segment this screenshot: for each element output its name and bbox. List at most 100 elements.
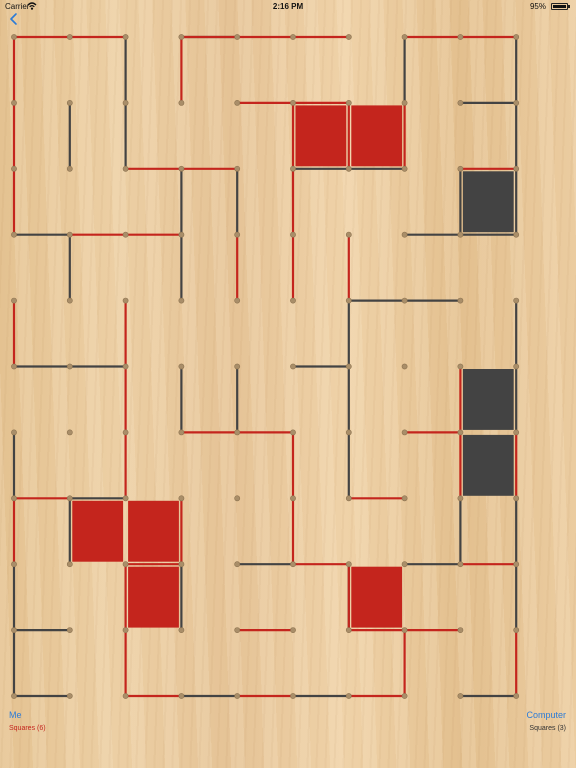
board-dot[interactable]	[11, 297, 17, 304]
board-dot[interactable]	[11, 429, 17, 436]
board-dot[interactable]	[345, 693, 352, 699]
board-dot[interactable]	[290, 363, 296, 370]
board-dot[interactable]	[401, 495, 408, 502]
board-dot[interactable]	[234, 627, 241, 633]
board-dot[interactable]	[178, 165, 185, 172]
board-dot[interactable]	[11, 34, 17, 40]
board-dot[interactable]	[513, 100, 520, 106]
board-dot[interactable]	[290, 495, 296, 502]
board-dot[interactable]	[457, 34, 464, 40]
board-dot[interactable]	[178, 297, 185, 304]
board-dot[interactable]	[178, 561, 185, 568]
board-dot[interactable]	[290, 429, 296, 436]
board-dot[interactable]	[122, 34, 129, 40]
board-dot[interactable]	[345, 34, 352, 40]
board-dot[interactable]	[457, 627, 464, 633]
board-dot[interactable]	[345, 561, 352, 568]
board-dot[interactable]	[345, 100, 352, 106]
board-dot[interactable]	[11, 693, 17, 699]
board-dot[interactable]	[66, 34, 73, 40]
board-dot[interactable]	[11, 165, 17, 172]
board-dot[interactable]	[457, 693, 464, 699]
board-dot[interactable]	[66, 363, 73, 370]
board-dot[interactable]	[401, 561, 408, 568]
board-dot[interactable]	[11, 561, 17, 568]
board-dot[interactable]	[345, 363, 352, 370]
board-dot[interactable]	[234, 165, 241, 172]
board-dot[interactable]	[513, 561, 520, 568]
board-dot[interactable]	[513, 495, 520, 502]
board-dot[interactable]	[401, 429, 408, 436]
board-dot[interactable]	[11, 495, 17, 502]
board-dot[interactable]	[345, 231, 352, 238]
board-dot[interactable]	[513, 363, 520, 370]
board-dot[interactable]	[290, 297, 296, 304]
board-dot[interactable]	[66, 561, 73, 568]
board-dot[interactable]	[66, 627, 73, 633]
board-dot[interactable]	[513, 693, 520, 699]
board-dot[interactable]	[457, 231, 464, 238]
board-dot[interactable]	[178, 100, 185, 106]
board-dot[interactable]	[122, 231, 129, 238]
board-dot[interactable]	[513, 231, 520, 238]
board-dot[interactable]	[178, 627, 185, 633]
board-dot[interactable]	[457, 363, 464, 370]
player-me-label[interactable]: Me	[9, 710, 22, 720]
board-dot[interactable]	[11, 100, 17, 106]
board-dot[interactable]	[401, 693, 408, 699]
board-dot[interactable]	[457, 561, 464, 568]
board-dot[interactable]	[401, 363, 408, 370]
board-dot[interactable]	[345, 429, 352, 436]
board-dot[interactable]	[290, 627, 296, 633]
board-dot[interactable]	[66, 429, 73, 436]
board-dot[interactable]	[290, 561, 296, 568]
board-dot[interactable]	[290, 34, 296, 40]
board-dot[interactable]	[178, 231, 185, 238]
board-dot[interactable]	[401, 231, 408, 238]
board-dot[interactable]	[513, 165, 520, 172]
board-dot[interactable]	[178, 363, 185, 370]
board-dot[interactable]	[234, 561, 241, 568]
board-dot[interactable]	[122, 627, 129, 633]
board-dot[interactable]	[345, 627, 352, 633]
board-dot[interactable]	[66, 297, 73, 304]
board-dot[interactable]	[290, 100, 296, 106]
board-dot[interactable]	[122, 100, 129, 106]
game-board[interactable]	[0, 0, 576, 700]
board-dot[interactable]	[234, 495, 241, 502]
board-dot[interactable]	[11, 363, 17, 370]
board-dot[interactable]	[401, 627, 408, 633]
board-dot[interactable]	[66, 100, 73, 106]
board-dot[interactable]	[11, 231, 17, 238]
board-dot[interactable]	[401, 165, 408, 172]
board-dot[interactable]	[122, 165, 129, 172]
board-dot[interactable]	[513, 429, 520, 436]
board-dot[interactable]	[178, 34, 185, 40]
board-dot[interactable]	[66, 231, 73, 238]
board-dot[interactable]	[234, 231, 241, 238]
board-dot[interactable]	[513, 297, 520, 304]
board-dot[interactable]	[234, 429, 241, 436]
board-dot[interactable]	[11, 627, 17, 633]
board-dot[interactable]	[234, 693, 241, 699]
board-dot[interactable]	[513, 34, 520, 40]
board-dot[interactable]	[122, 297, 129, 304]
board-dot[interactable]	[122, 495, 129, 502]
board-dot[interactable]	[234, 100, 241, 106]
board-dot[interactable]	[457, 429, 464, 436]
board-dot[interactable]	[457, 297, 464, 304]
board-dot[interactable]	[345, 297, 352, 304]
board-dot[interactable]	[122, 429, 129, 436]
board-dot[interactable]	[122, 363, 129, 370]
board-dot[interactable]	[401, 100, 408, 106]
board-dot[interactable]	[178, 429, 185, 436]
board-dot[interactable]	[122, 561, 129, 568]
board-dot[interactable]	[457, 100, 464, 106]
board-dot[interactable]	[345, 165, 352, 172]
board-dot[interactable]	[290, 165, 296, 172]
board-dot[interactable]	[122, 693, 129, 699]
board-dot[interactable]	[66, 165, 73, 172]
board-dot[interactable]	[457, 165, 464, 172]
board-dot[interactable]	[178, 495, 185, 502]
board-dot[interactable]	[234, 34, 241, 40]
